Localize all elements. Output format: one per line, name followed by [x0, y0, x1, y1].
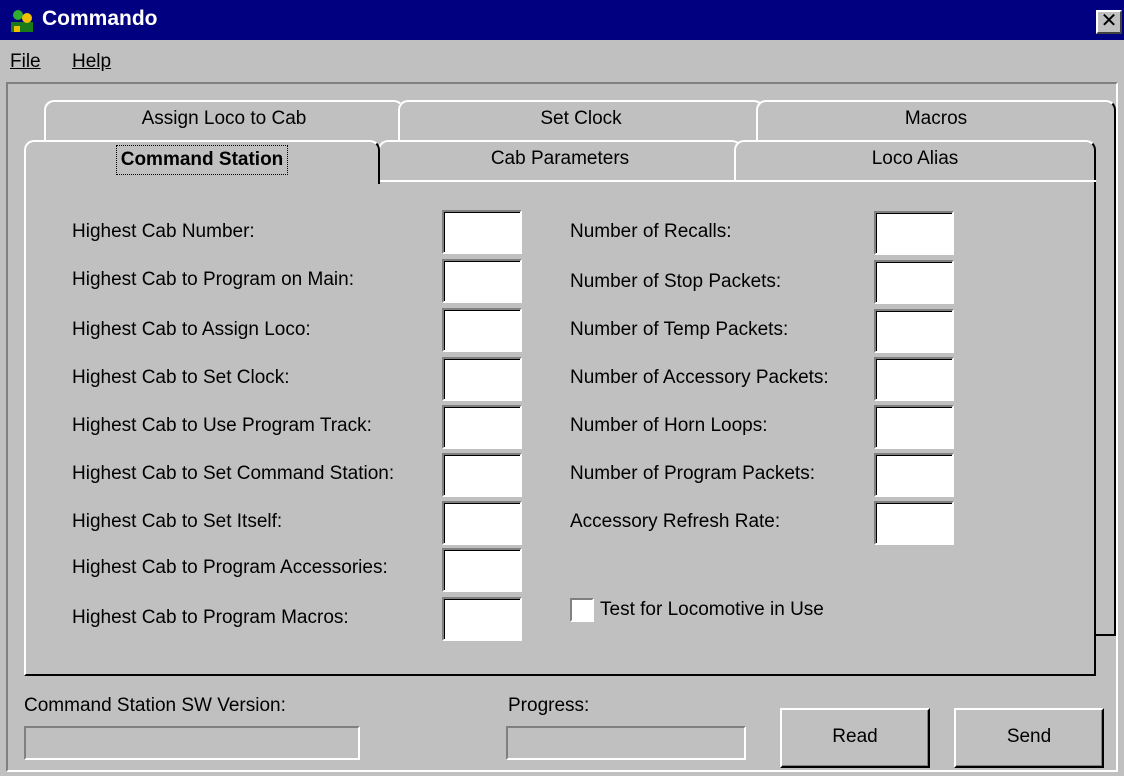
progress-label: Progress: — [508, 695, 590, 716]
highest-cab-program-accessories-field[interactable] — [442, 548, 522, 592]
back-panel-edge — [1094, 140, 1116, 636]
menu-help[interactable]: Help — [72, 50, 111, 74]
label-number-of-accessory-packets: Number of Accessory Packets: — [570, 367, 829, 388]
tab-loco-alias[interactable]: Loco Alias — [734, 140, 1096, 182]
close-button[interactable]: ✕ — [1096, 10, 1122, 34]
panel-top-edge — [376, 180, 1096, 182]
menu-file-label: File — [10, 51, 41, 72]
label-number-of-recalls: Number of Recalls: — [570, 221, 732, 242]
sw-version-label: Command Station SW Version: — [24, 695, 286, 716]
number-of-program-packets-field[interactable] — [874, 453, 954, 497]
menu-help-label: Help — [72, 51, 112, 72]
tab-assign-loco-to-cab[interactable]: Assign Loco to Cab — [44, 100, 404, 142]
tab-macros[interactable]: Macros — [756, 100, 1116, 142]
close-icon: ✕ — [1100, 10, 1118, 32]
highest-cab-set-clock-field[interactable] — [442, 357, 522, 401]
tab-cab-parameters[interactable]: Cab Parameters — [378, 140, 742, 182]
number-of-accessory-packets-field[interactable] — [874, 357, 954, 401]
label-number-of-horn-loops: Number of Horn Loops: — [570, 415, 768, 436]
label-highest-cab-number: Highest Cab Number: — [72, 221, 255, 242]
label-accessory-refresh-rate: Accessory Refresh Rate: — [570, 511, 781, 532]
sw-version-field — [24, 726, 360, 760]
number-of-temp-packets-field[interactable] — [874, 309, 954, 353]
tab-label: Loco Alias — [871, 148, 959, 169]
title-bar: Commando ✕ — [0, 0, 1124, 40]
accessory-refresh-rate-field[interactable] — [874, 501, 954, 545]
number-of-stop-packets-field[interactable] — [874, 260, 954, 304]
menu-file[interactable]: File — [10, 50, 41, 74]
label-highest-cab-program-track: Highest Cab to Use Program Track: — [72, 415, 372, 436]
tab-label: Assign Loco to Cab — [141, 108, 307, 129]
highest-cab-set-command-station-field[interactable] — [442, 453, 522, 497]
label-number-of-program-packets: Number of Program Packets: — [570, 463, 815, 484]
read-button[interactable]: Read — [780, 708, 930, 768]
label-highest-cab-program-macros: Highest Cab to Program Macros: — [72, 607, 349, 628]
highest-cab-program-main-field[interactable] — [442, 259, 522, 303]
progress-bar — [506, 726, 746, 760]
test-loco-in-use-label[interactable]: Test for Locomotive in Use — [600, 598, 824, 622]
highest-cab-set-itself-field[interactable] — [442, 501, 522, 545]
label-highest-cab-program-main: Highest Cab to Program on Main: — [72, 269, 354, 290]
highest-cab-program-track-field[interactable] — [442, 405, 522, 449]
label-highest-cab-program-accessories: Highest Cab to Program Accessories: — [72, 557, 388, 578]
tab-command-station[interactable]: Command Station — [24, 140, 380, 184]
highest-cab-program-macros-field[interactable] — [442, 597, 522, 641]
label-highest-cab-assign-loco: Highest Cab to Assign Loco: — [72, 319, 311, 340]
label-number-of-stop-packets: Number of Stop Packets: — [570, 271, 782, 292]
highest-cab-number-field[interactable] — [442, 210, 522, 254]
tab-label: Macros — [904, 108, 968, 129]
label-highest-cab-set-command-station: Highest Cab to Set Command Station: — [72, 463, 395, 484]
tab-label: Cab Parameters — [490, 148, 630, 169]
number-of-recalls-field[interactable] — [874, 211, 954, 255]
tab-label: Command Station — [115, 145, 289, 175]
highest-cab-assign-loco-field[interactable] — [442, 308, 522, 352]
app-icon — [11, 10, 33, 32]
window-title: Commando — [42, 7, 158, 30]
label-highest-cab-set-clock: Highest Cab to Set Clock: — [72, 367, 290, 388]
number-of-horn-loops-field[interactable] — [874, 405, 954, 449]
test-loco-in-use-checkbox[interactable] — [570, 598, 594, 622]
send-button[interactable]: Send — [954, 708, 1104, 768]
menu-bar: File Help — [0, 40, 1124, 80]
label-highest-cab-set-itself: Highest Cab to Set Itself: — [72, 511, 283, 532]
label-number-of-temp-packets: Number of Temp Packets: — [570, 319, 789, 340]
tab-set-clock[interactable]: Set Clock — [398, 100, 764, 142]
tab-label: Set Clock — [540, 108, 622, 129]
